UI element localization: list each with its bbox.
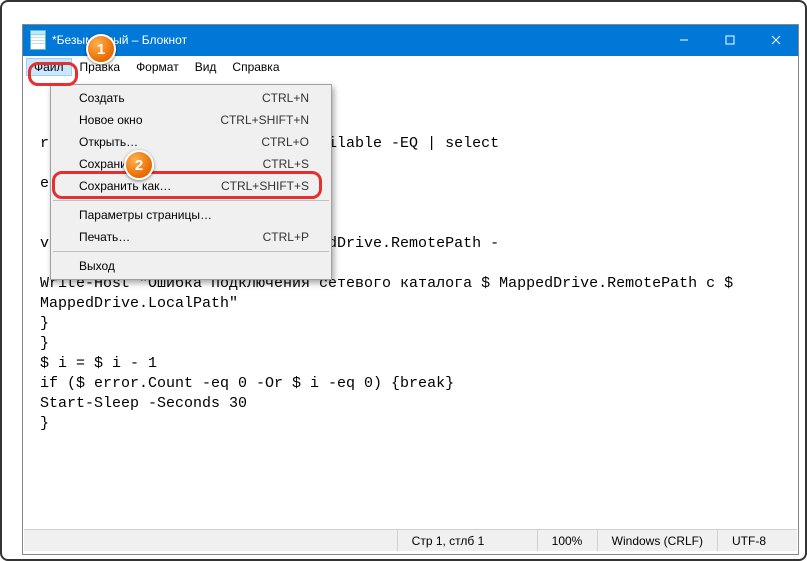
notepad-icon — [30, 30, 46, 50]
menu-item-save-as[interactable]: Сохранить как… CTRL+SHIFT+S — [51, 175, 331, 197]
menu-separator — [53, 200, 329, 201]
status-zoom: 100% — [537, 530, 597, 551]
menu-item-print[interactable]: Печать… CTRL+P — [51, 226, 331, 248]
status-encoding: UTF-8 — [717, 530, 797, 551]
menu-item-save[interactable]: Сохранить CTRL+S — [51, 153, 331, 175]
menu-separator — [53, 251, 329, 252]
close-button[interactable] — [753, 24, 799, 56]
menu-item-label: Выход — [79, 259, 115, 273]
menu-item-exit[interactable]: Выход — [51, 255, 331, 277]
window-title: *Безымянный – Блокнот — [52, 33, 661, 47]
menu-item-label: Создать — [79, 91, 125, 105]
menu-item-shortcut: CTRL+SHIFT+S — [221, 179, 309, 193]
minimize-button[interactable] — [661, 24, 707, 56]
menu-item-shortcut: CTRL+P — [263, 230, 309, 244]
annotation-badge-1: 1 — [86, 34, 116, 64]
menu-item-shortcut: CTRL+SHIFT+N — [220, 113, 309, 127]
menu-help[interactable]: Справка — [224, 58, 287, 76]
annotation-badge-2: 2 — [124, 150, 154, 180]
menu-item-label: Печать… — [79, 230, 130, 244]
menu-item-shortcut: CTRL+O — [261, 135, 309, 149]
menu-item-label: Сохранить как… — [79, 179, 171, 193]
status-caret-position: Стр 1, стлб 1 — [397, 530, 537, 551]
menu-file[interactable]: Файл — [26, 58, 72, 76]
maximize-button[interactable] — [707, 24, 753, 56]
file-dropdown-menu: Создать CTRL+N Новое окно CTRL+SHIFT+N О… — [50, 84, 332, 280]
menu-item-label: Параметры страницы… — [79, 208, 212, 222]
menu-bar: Файл Правка Формат Вид Справка — [22, 56, 799, 78]
menu-item-open[interactable]: Открыть… CTRL+O — [51, 131, 331, 153]
menu-view[interactable]: Вид — [187, 58, 225, 76]
status-bar: Стр 1, стлб 1 100% Windows (CRLF) UTF-8 — [24, 529, 797, 551]
title-bar: *Безымянный – Блокнот — [22, 24, 799, 56]
menu-format[interactable]: Формат — [128, 58, 187, 76]
menu-item-shortcut: CTRL+S — [263, 157, 309, 171]
status-line-ending: Windows (CRLF) — [597, 530, 717, 551]
menu-item-shortcut: CTRL+N — [262, 91, 309, 105]
menu-item-label: Новое окно — [79, 113, 143, 127]
menu-item-page-setup[interactable]: Параметры страницы… — [51, 204, 331, 226]
menu-item-new-window[interactable]: Новое окно CTRL+SHIFT+N — [51, 109, 331, 131]
menu-item-create[interactable]: Создать CTRL+N — [51, 87, 331, 109]
menu-item-label: Открыть… — [79, 135, 138, 149]
